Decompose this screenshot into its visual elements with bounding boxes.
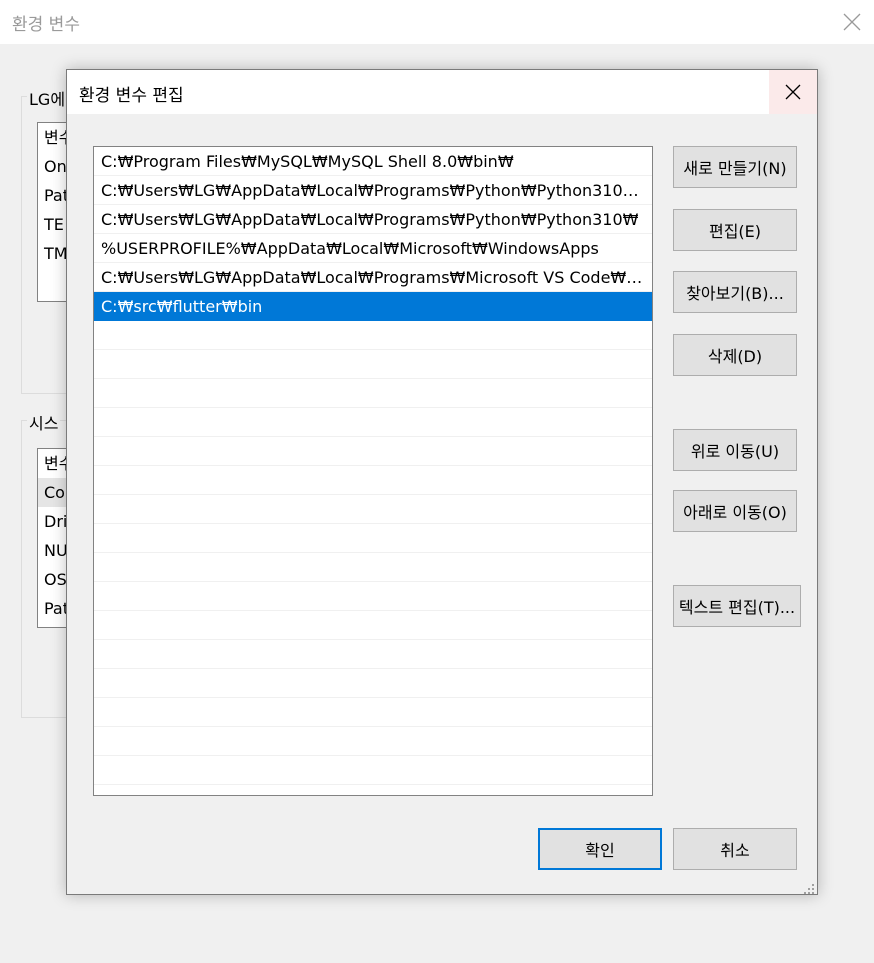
edit-text-button[interactable]: 텍스트 편집(T)... [673, 585, 801, 627]
edit-button[interactable]: 편집(E) [673, 209, 797, 251]
empty-row[interactable] [94, 553, 652, 582]
path-list-item[interactable]: C:₩Users₩LG₩AppData₩Local₩Programs₩Pytho… [94, 176, 652, 205]
empty-row[interactable] [94, 379, 652, 408]
path-list-item[interactable]: %USERPROFILE%₩AppData₩Local₩Microsoft₩Wi… [94, 234, 652, 263]
background-titlebar: 환경 변수 [0, 0, 874, 44]
empty-row[interactable] [94, 437, 652, 466]
path-list[interactable]: C:₩Program Files₩MySQL₩MySQL Shell 8.0₩b… [93, 146, 653, 796]
delete-button[interactable]: 삭제(D) [673, 334, 797, 376]
empty-row[interactable] [94, 408, 652, 437]
ok-button[interactable]: 확인 [538, 828, 662, 870]
path-list-item[interactable]: C:₩Users₩LG₩AppData₩Local₩Programs₩Pytho… [94, 205, 652, 234]
browse-button[interactable]: 찾아보기(B)... [673, 271, 797, 313]
empty-row[interactable] [94, 495, 652, 524]
empty-row[interactable] [94, 669, 652, 698]
empty-row[interactable] [94, 727, 652, 756]
cancel-button[interactable]: 취소 [673, 828, 797, 870]
new-button[interactable]: 새로 만들기(N) [673, 146, 797, 188]
empty-row[interactable] [94, 611, 652, 640]
path-list-item[interactable]: C:₩Program Files₩MySQL₩MySQL Shell 8.0₩b… [94, 147, 652, 176]
background-close-icon[interactable] [830, 0, 874, 44]
empty-row[interactable] [94, 640, 652, 669]
move-down-button[interactable]: 아래로 이동(O) [673, 490, 797, 532]
empty-row[interactable] [94, 524, 652, 553]
background-window-title: 환경 변수 [12, 15, 80, 35]
empty-row[interactable] [94, 466, 652, 495]
dialog-titlebar: 환경 변수 편집 [67, 70, 817, 114]
empty-row[interactable] [94, 321, 652, 350]
path-list-item[interactable]: C:₩Users₩LG₩AppData₩Local₩Programs₩Micro… [94, 263, 652, 292]
system-variables-group-label: 시스 [27, 410, 61, 434]
dialog-title: 환경 변수 편집 [79, 86, 184, 106]
user-variables-group-label: LG에 [27, 86, 68, 110]
move-up-button[interactable]: 위로 이동(U) [673, 429, 797, 471]
empty-row[interactable] [94, 756, 652, 785]
empty-row[interactable] [94, 698, 652, 727]
path-list-item-selected[interactable]: C:₩src₩flutter₩bin [94, 292, 652, 321]
resize-grip-icon[interactable] [803, 880, 815, 894]
empty-row[interactable] [94, 582, 652, 611]
edit-environment-variable-dialog: 환경 변수 편집 C:₩Program Files₩MySQL₩MySQL Sh… [66, 69, 818, 895]
empty-row[interactable] [94, 350, 652, 379]
close-icon[interactable] [769, 70, 817, 114]
